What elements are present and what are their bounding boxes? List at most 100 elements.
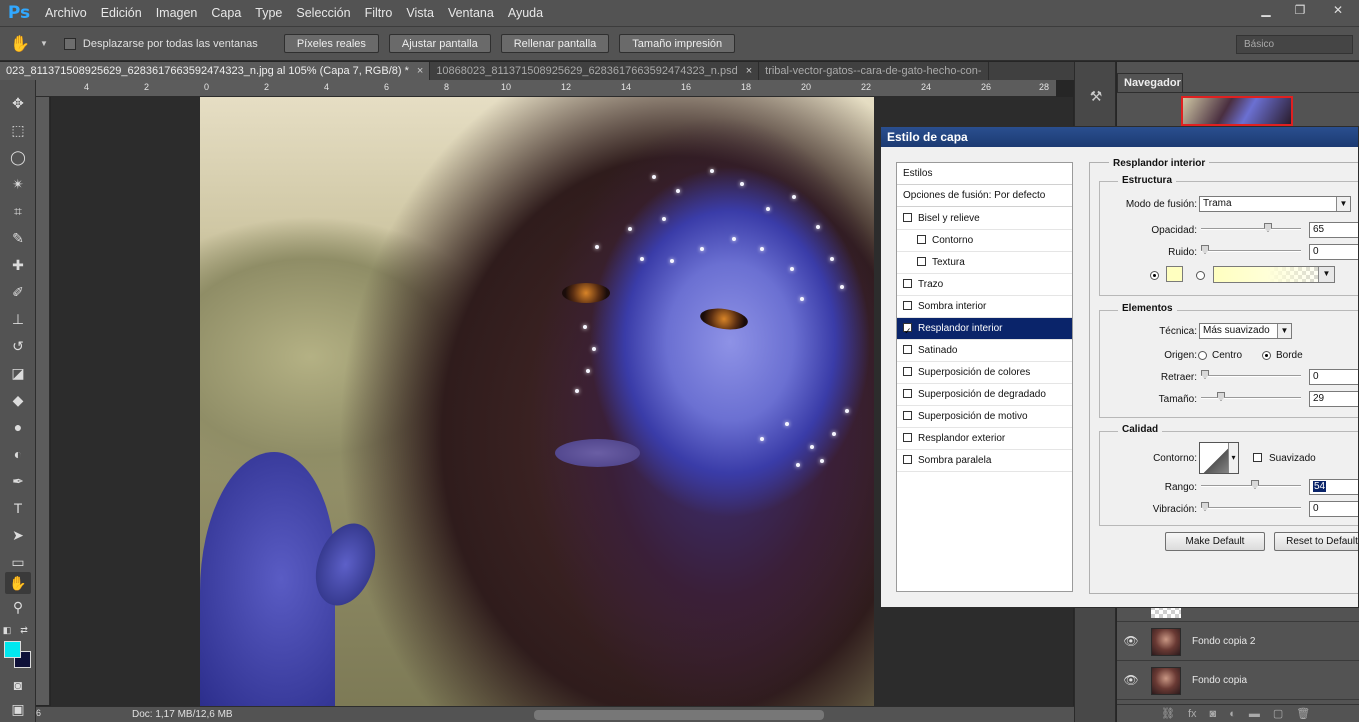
trash-icon[interactable]: 🗑 xyxy=(1296,707,1310,720)
marquee-tool-icon[interactable]: ⬚ xyxy=(5,119,31,141)
close-icon[interactable]: × xyxy=(417,65,423,77)
source-edge-radio[interactable] xyxy=(1262,351,1271,360)
brush-tool-icon[interactable]: ✐ xyxy=(5,281,31,303)
size-input[interactable]: 29 xyxy=(1309,391,1358,407)
fit-screen-button[interactable]: Ajustar pantalla xyxy=(388,34,491,53)
menu-ayuda[interactable]: Ayuda xyxy=(501,0,550,26)
path-selection-icon[interactable]: ➤ xyxy=(5,524,31,546)
tab-document-psd[interactable]: 10868023_811371508925629_628361766359247… xyxy=(430,62,760,80)
tool-preset-dropdown-icon[interactable]: ▼ xyxy=(40,39,48,48)
style-checkbox[interactable] xyxy=(903,455,912,464)
style-contour[interactable]: Contorno xyxy=(897,230,1072,252)
style-checkbox[interactable] xyxy=(903,367,912,376)
source-center-radio[interactable] xyxy=(1198,351,1207,360)
style-inner-shadow[interactable]: Sombra interior xyxy=(897,296,1072,318)
tab-navigator[interactable]: Navegador xyxy=(1117,73,1183,92)
zoom-level[interactable]: 6 xyxy=(36,708,46,718)
style-pattern-overlay[interactable]: Superposición de motivo xyxy=(897,406,1072,428)
restore-icon[interactable]: ❐ xyxy=(1283,0,1317,20)
hand-tool-icon[interactable]: ✋ xyxy=(5,572,31,594)
healing-brush-icon[interactable]: ✚ xyxy=(5,254,31,276)
menu-vista[interactable]: Vista xyxy=(399,0,441,26)
style-checkbox[interactable] xyxy=(903,279,912,288)
choke-input[interactable]: 0 xyxy=(1309,369,1358,385)
layer-row[interactable]: 👁 Fondo copia xyxy=(1117,662,1359,700)
style-checkbox[interactable] xyxy=(917,235,926,244)
style-checkbox[interactable] xyxy=(903,411,912,420)
fill-screen-button[interactable]: Rellenar pantalla xyxy=(500,34,610,53)
link-icon[interactable]: ⛓ xyxy=(1161,707,1175,720)
choke-slider[interactable] xyxy=(1201,370,1301,379)
noise-input[interactable]: 0 xyxy=(1309,244,1358,260)
magic-wand-icon[interactable]: ✴ xyxy=(5,173,31,195)
layer-row[interactable]: 👁 Fondo copia 2 xyxy=(1117,623,1359,661)
style-inner-glow[interactable]: Resplandor interior xyxy=(897,318,1072,342)
style-stroke[interactable]: Trazo xyxy=(897,274,1072,296)
menu-seleccion[interactable]: Selección xyxy=(289,0,357,26)
menu-archivo[interactable]: Archivo xyxy=(38,0,94,26)
crop-tool-icon[interactable]: ⌗ xyxy=(5,200,31,222)
menu-capa[interactable]: Capa xyxy=(204,0,248,26)
group-icon[interactable]: ▬ xyxy=(1249,708,1260,720)
style-checkbox[interactable] xyxy=(917,257,926,266)
style-checkbox[interactable] xyxy=(903,301,912,310)
scroll-all-windows-checkbox[interactable] xyxy=(63,37,76,50)
technique-select[interactable]: Más suavizado ▼ xyxy=(1199,323,1292,339)
lasso-tool-icon[interactable]: ◯ xyxy=(5,146,31,168)
menu-type[interactable]: Type xyxy=(248,0,289,26)
tab-document-tribal[interactable]: tribal-vector-gatos--cara-de-gato-hecho-… xyxy=(759,62,989,80)
swap-colors-icon[interactable]: ⇄ xyxy=(17,619,31,641)
style-drop-shadow[interactable]: Sombra paralela xyxy=(897,450,1072,472)
opacity-input[interactable]: 65 xyxy=(1309,222,1358,238)
range-slider[interactable] xyxy=(1201,480,1301,489)
print-size-button[interactable]: Tamaño impresión xyxy=(619,34,736,53)
document-image[interactable] xyxy=(200,97,874,706)
adjustment-icon[interactable]: ◐ xyxy=(1229,708,1236,720)
jitter-slider[interactable] xyxy=(1201,502,1301,511)
mask-icon[interactable]: ◙ xyxy=(1210,708,1217,720)
hand-tool-icon[interactable]: ✋ xyxy=(0,29,40,59)
tab-document-jpg[interactable]: 023_811371508925629_6283617663592474323_… xyxy=(0,62,431,80)
screen-mode-icon[interactable]: ▣ xyxy=(5,698,31,720)
horizontal-scrollbar[interactable] xyxy=(534,710,824,720)
zoom-tool-icon[interactable]: ⚲ xyxy=(5,596,31,618)
contour-picker[interactable]: ▾ xyxy=(1199,442,1239,474)
size-slider[interactable] xyxy=(1201,392,1301,401)
navigator-thumbnail[interactable] xyxy=(1181,96,1293,126)
style-checkbox[interactable] xyxy=(903,345,912,354)
pen-tool-icon[interactable]: ✒ xyxy=(5,470,31,492)
opacity-slider[interactable] xyxy=(1201,223,1301,232)
menu-filtro[interactable]: Filtro xyxy=(358,0,400,26)
move-tool-icon[interactable]: ✥ xyxy=(5,92,31,114)
tool-presets-icon[interactable]: ⚒ xyxy=(1086,88,1106,108)
style-color-overlay[interactable]: Superposición de colores xyxy=(897,362,1072,384)
reset-default-button[interactable]: Reset to Default xyxy=(1274,532,1358,551)
clone-stamp-icon[interactable]: ⊥ xyxy=(5,308,31,330)
gradient-picker[interactable]: ▼ xyxy=(1213,266,1335,283)
style-checkbox[interactable] xyxy=(903,213,912,222)
close-icon[interactable]: ✕ xyxy=(1317,0,1359,20)
workspace-select[interactable]: Básico xyxy=(1236,35,1353,54)
glow-color-swatch[interactable] xyxy=(1166,266,1183,282)
style-satin[interactable]: Satinado xyxy=(897,340,1072,362)
close-icon[interactable]: × xyxy=(746,65,752,77)
make-default-button[interactable]: Make Default xyxy=(1165,532,1265,551)
gradient-radio[interactable] xyxy=(1196,271,1205,280)
fx-icon[interactable]: fx xyxy=(1188,708,1197,720)
style-checkbox[interactable] xyxy=(903,320,912,342)
type-tool-icon[interactable]: T xyxy=(5,497,31,519)
eyedropper-icon[interactable]: ✎ xyxy=(5,227,31,249)
antialias-checkbox[interactable] xyxy=(1253,453,1262,462)
solid-color-radio[interactable] xyxy=(1150,271,1159,280)
default-colors-icon[interactable]: ◧ xyxy=(0,619,14,641)
blending-options[interactable]: Opciones de fusión: Por defecto xyxy=(897,185,1072,207)
style-bevel[interactable]: Bisel y relieve xyxy=(897,208,1072,230)
blur-tool-icon[interactable]: ● xyxy=(5,416,31,438)
menu-edicion[interactable]: Edición xyxy=(94,0,149,26)
blend-mode-select[interactable]: Trama ▼ xyxy=(1199,196,1351,212)
actual-pixels-button[interactable]: Píxeles reales xyxy=(283,34,379,53)
eraser-tool-icon[interactable]: ◪ xyxy=(5,362,31,384)
style-checkbox[interactable] xyxy=(903,389,912,398)
style-texture[interactable]: Textura xyxy=(897,252,1072,274)
rectangle-tool-icon[interactable]: ▭ xyxy=(5,551,31,573)
